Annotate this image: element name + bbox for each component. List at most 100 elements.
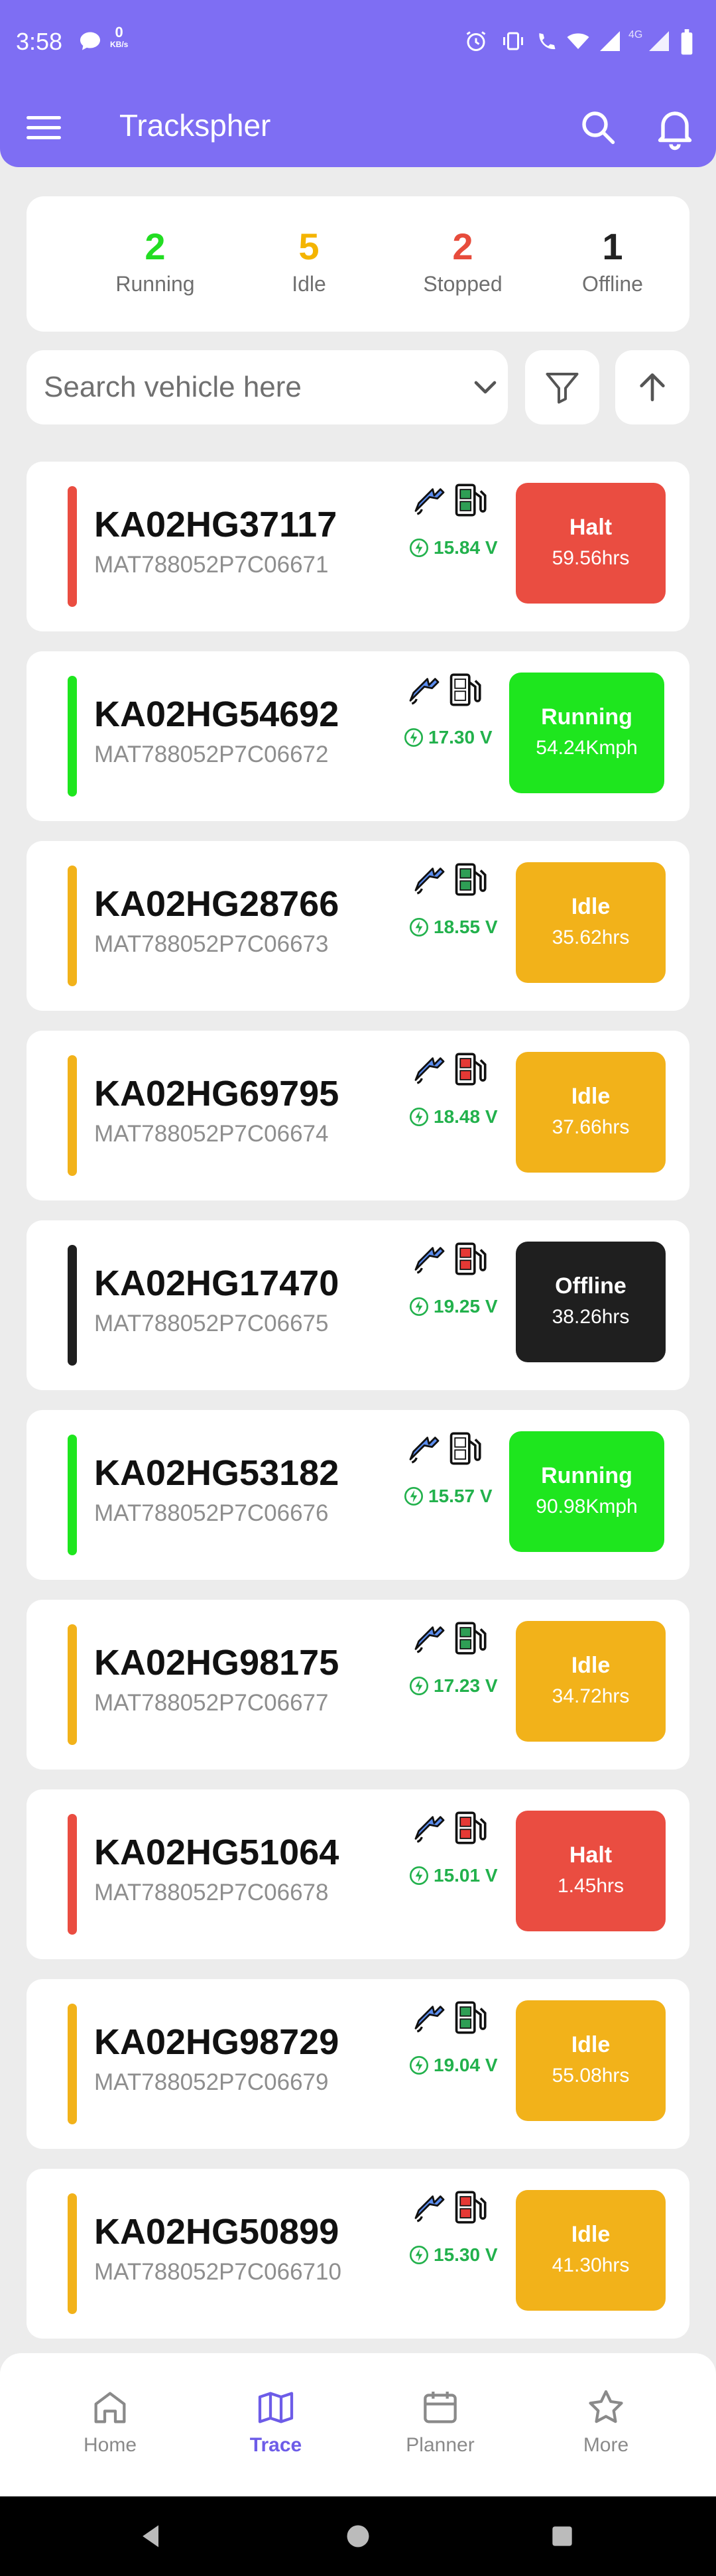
status-metric: 1.45hrs bbox=[557, 1875, 625, 1897]
battery-icon bbox=[681, 29, 693, 55]
voltage-value: 15.57 V bbox=[428, 1486, 493, 1506]
voltage-icon bbox=[404, 728, 423, 747]
summary-label: Idle bbox=[292, 272, 326, 296]
nav-label: Home bbox=[83, 2434, 137, 2456]
chevron-down-icon[interactable] bbox=[467, 369, 504, 406]
vehicle-plate: KA02HG53182 bbox=[94, 1453, 339, 1493]
nav-more[interactable]: More bbox=[540, 2386, 672, 2457]
vehicle-card[interactable]: KA02HG54692 MAT788052P7C06672 17.30 V Runni… bbox=[27, 651, 689, 821]
network-speed: 0 KB/s bbox=[110, 24, 129, 50]
summary-offline[interactable]: 1 Offline bbox=[546, 225, 679, 296]
vehicle-vin: MAT788052P7C06677 bbox=[94, 1690, 329, 1716]
vehicle-vin: MAT788052P7C06674 bbox=[94, 1121, 329, 1147]
summary-count: 2 bbox=[145, 225, 166, 267]
voltage-value: 15.01 V bbox=[434, 1865, 498, 1886]
status-metric: 38.26hrs bbox=[552, 1306, 630, 1328]
menu-button[interactable] bbox=[27, 107, 66, 147]
vehicle-card[interactable]: KA02HG98729 MAT788052P7C06679 19.04 V Idle 5… bbox=[27, 1979, 689, 2149]
summary-idle[interactable]: 5 Idle bbox=[243, 225, 375, 296]
vehicle-card[interactable]: KA02HG53182 MAT788052P7C06676 15.57 V Runni… bbox=[27, 1410, 689, 1580]
summary-label: Offline bbox=[582, 272, 643, 296]
vehicle-status-badge[interactable]: Halt 59.56hrs bbox=[516, 483, 666, 604]
bell-icon[interactable] bbox=[651, 103, 699, 151]
vehicle-status-badge[interactable]: Idle 41.30hrs bbox=[516, 2190, 666, 2311]
vehicle-vin: MAT788052P7C06673 bbox=[94, 931, 329, 957]
nav-planner[interactable]: Planner bbox=[374, 2386, 507, 2457]
arrow-up-icon bbox=[640, 373, 665, 401]
vehicle-plate: KA02HG98175 bbox=[94, 1643, 339, 1683]
status-indicator-bar bbox=[68, 2193, 77, 2314]
vehicle-status-badge[interactable]: Idle 35.62hrs bbox=[516, 862, 666, 983]
summary-stopped[interactable]: 2 Stopped bbox=[396, 225, 529, 296]
fuel-pump-icon bbox=[455, 1242, 487, 1275]
status-metric: 35.62hrs bbox=[552, 927, 630, 948]
battery-voltage: 15.30 V bbox=[408, 2244, 498, 2266]
status-indicator-bar bbox=[68, 1245, 77, 1366]
fuel-nozzle-icon bbox=[414, 1816, 445, 1843]
fuel-nozzle-icon bbox=[414, 2006, 445, 2033]
vehicle-card[interactable]: KA02HG69795 MAT788052P7C06674 18.48 V Idle 3… bbox=[27, 1031, 689, 1200]
vehicle-status-badge[interactable]: Running 90.98Kmph bbox=[509, 1431, 664, 1552]
vehicle-vin: MAT788052P7C06678 bbox=[94, 1880, 329, 1905]
chat-notification-icon bbox=[80, 32, 100, 50]
summary-label: Running bbox=[115, 272, 195, 296]
vehicle-status-badge[interactable]: Idle 37.66hrs bbox=[516, 1052, 666, 1173]
nav-label: More bbox=[583, 2434, 629, 2456]
vehicle-search-box bbox=[27, 350, 508, 424]
vehicle-card[interactable]: KA02HG50899 MAT788052P7C066710 15.30 V Idle… bbox=[27, 2169, 689, 2339]
back-icon[interactable] bbox=[137, 2522, 166, 2551]
voltage-value: 19.04 V bbox=[434, 2055, 498, 2075]
vibrate-icon bbox=[503, 32, 523, 50]
vehicle-vin: MAT788052P7C06679 bbox=[94, 2069, 329, 2095]
network-type: 4G bbox=[628, 29, 643, 40]
vehicle-plate: KA02HG28766 bbox=[94, 884, 339, 924]
search-icon[interactable] bbox=[574, 103, 622, 151]
fuel-pump-icon bbox=[455, 863, 487, 896]
search-input[interactable] bbox=[44, 370, 442, 405]
voltage-icon bbox=[410, 1677, 428, 1695]
vehicle-card[interactable]: KA02HG51064 MAT788052P7C06678 15.01 V Halt 1… bbox=[27, 1789, 689, 1959]
fuel-pump-icon bbox=[455, 2001, 487, 2034]
sort-button[interactable] bbox=[615, 350, 689, 424]
filter-button[interactable] bbox=[525, 350, 599, 424]
voltage-icon bbox=[410, 2056, 428, 2075]
battery-voltage: 15.57 V bbox=[403, 1486, 493, 1507]
vehicle-status-badge[interactable]: Halt 1.45hrs bbox=[516, 1811, 666, 1931]
vehicle-status-badge[interactable]: Idle 34.72hrs bbox=[516, 1621, 666, 1742]
status-metric: 59.56hrs bbox=[552, 547, 630, 569]
battery-voltage: 17.30 V bbox=[403, 727, 493, 748]
fuel-pump-icon bbox=[455, 1622, 487, 1655]
nav-label: Trace bbox=[249, 2434, 302, 2456]
vehicle-status-badge[interactable]: Offline 38.26hrs bbox=[516, 1242, 666, 1362]
vehicle-status-badge[interactable]: Idle 55.08hrs bbox=[516, 2000, 666, 2121]
vehicle-plate: KA02HG51064 bbox=[94, 1833, 339, 1872]
voltage-icon bbox=[410, 1866, 428, 1885]
wifi-icon bbox=[567, 33, 589, 49]
status-bar: 3:58 0 KB/s 4G bbox=[0, 0, 716, 88]
battery-voltage: 19.25 V bbox=[408, 1296, 498, 1317]
status-indicator-bar bbox=[68, 1624, 77, 1745]
vehicle-card[interactable]: KA02HG98175 MAT788052P7C06677 17.23 V Idle 3… bbox=[27, 1600, 689, 1770]
filter-icon bbox=[546, 373, 579, 404]
vehicle-vin: MAT788052P7C066710 bbox=[94, 2259, 341, 2285]
nav-home[interactable]: Home bbox=[44, 2386, 176, 2457]
summary-running[interactable]: 2 Running bbox=[89, 225, 221, 296]
status-label: Halt bbox=[569, 515, 613, 540]
vehicle-vin: MAT788052P7C06675 bbox=[94, 1311, 329, 1336]
home-circle-icon[interactable] bbox=[343, 2522, 373, 2551]
fuel-pump-icon bbox=[455, 1811, 487, 1844]
status-indicator-bar bbox=[68, 676, 77, 797]
vehicle-status-badge[interactable]: Running 54.24Kmph bbox=[509, 673, 664, 793]
nav-label: Planner bbox=[406, 2434, 475, 2456]
recents-icon[interactable] bbox=[548, 2522, 577, 2551]
vehicle-card[interactable]: KA02HG37117 MAT788052P7C06671 15.84 V Halt 5… bbox=[27, 462, 689, 631]
fuel-nozzle-icon bbox=[409, 1437, 440, 1464]
battery-voltage: 15.84 V bbox=[408, 537, 498, 558]
status-metric: 34.72hrs bbox=[552, 1685, 630, 1707]
vehicle-card[interactable]: KA02HG17470 MAT788052P7C06675 19.25 V Offli… bbox=[27, 1220, 689, 1390]
status-label: Offline bbox=[555, 1273, 626, 1299]
vehicle-card[interactable]: KA02HG28766 MAT788052P7C06673 18.55 V Idle 3… bbox=[27, 841, 689, 1011]
nav-trace[interactable]: Trace bbox=[209, 2386, 342, 2457]
summary-count: 1 bbox=[602, 225, 623, 267]
status-metric: 55.08hrs bbox=[552, 2065, 630, 2087]
